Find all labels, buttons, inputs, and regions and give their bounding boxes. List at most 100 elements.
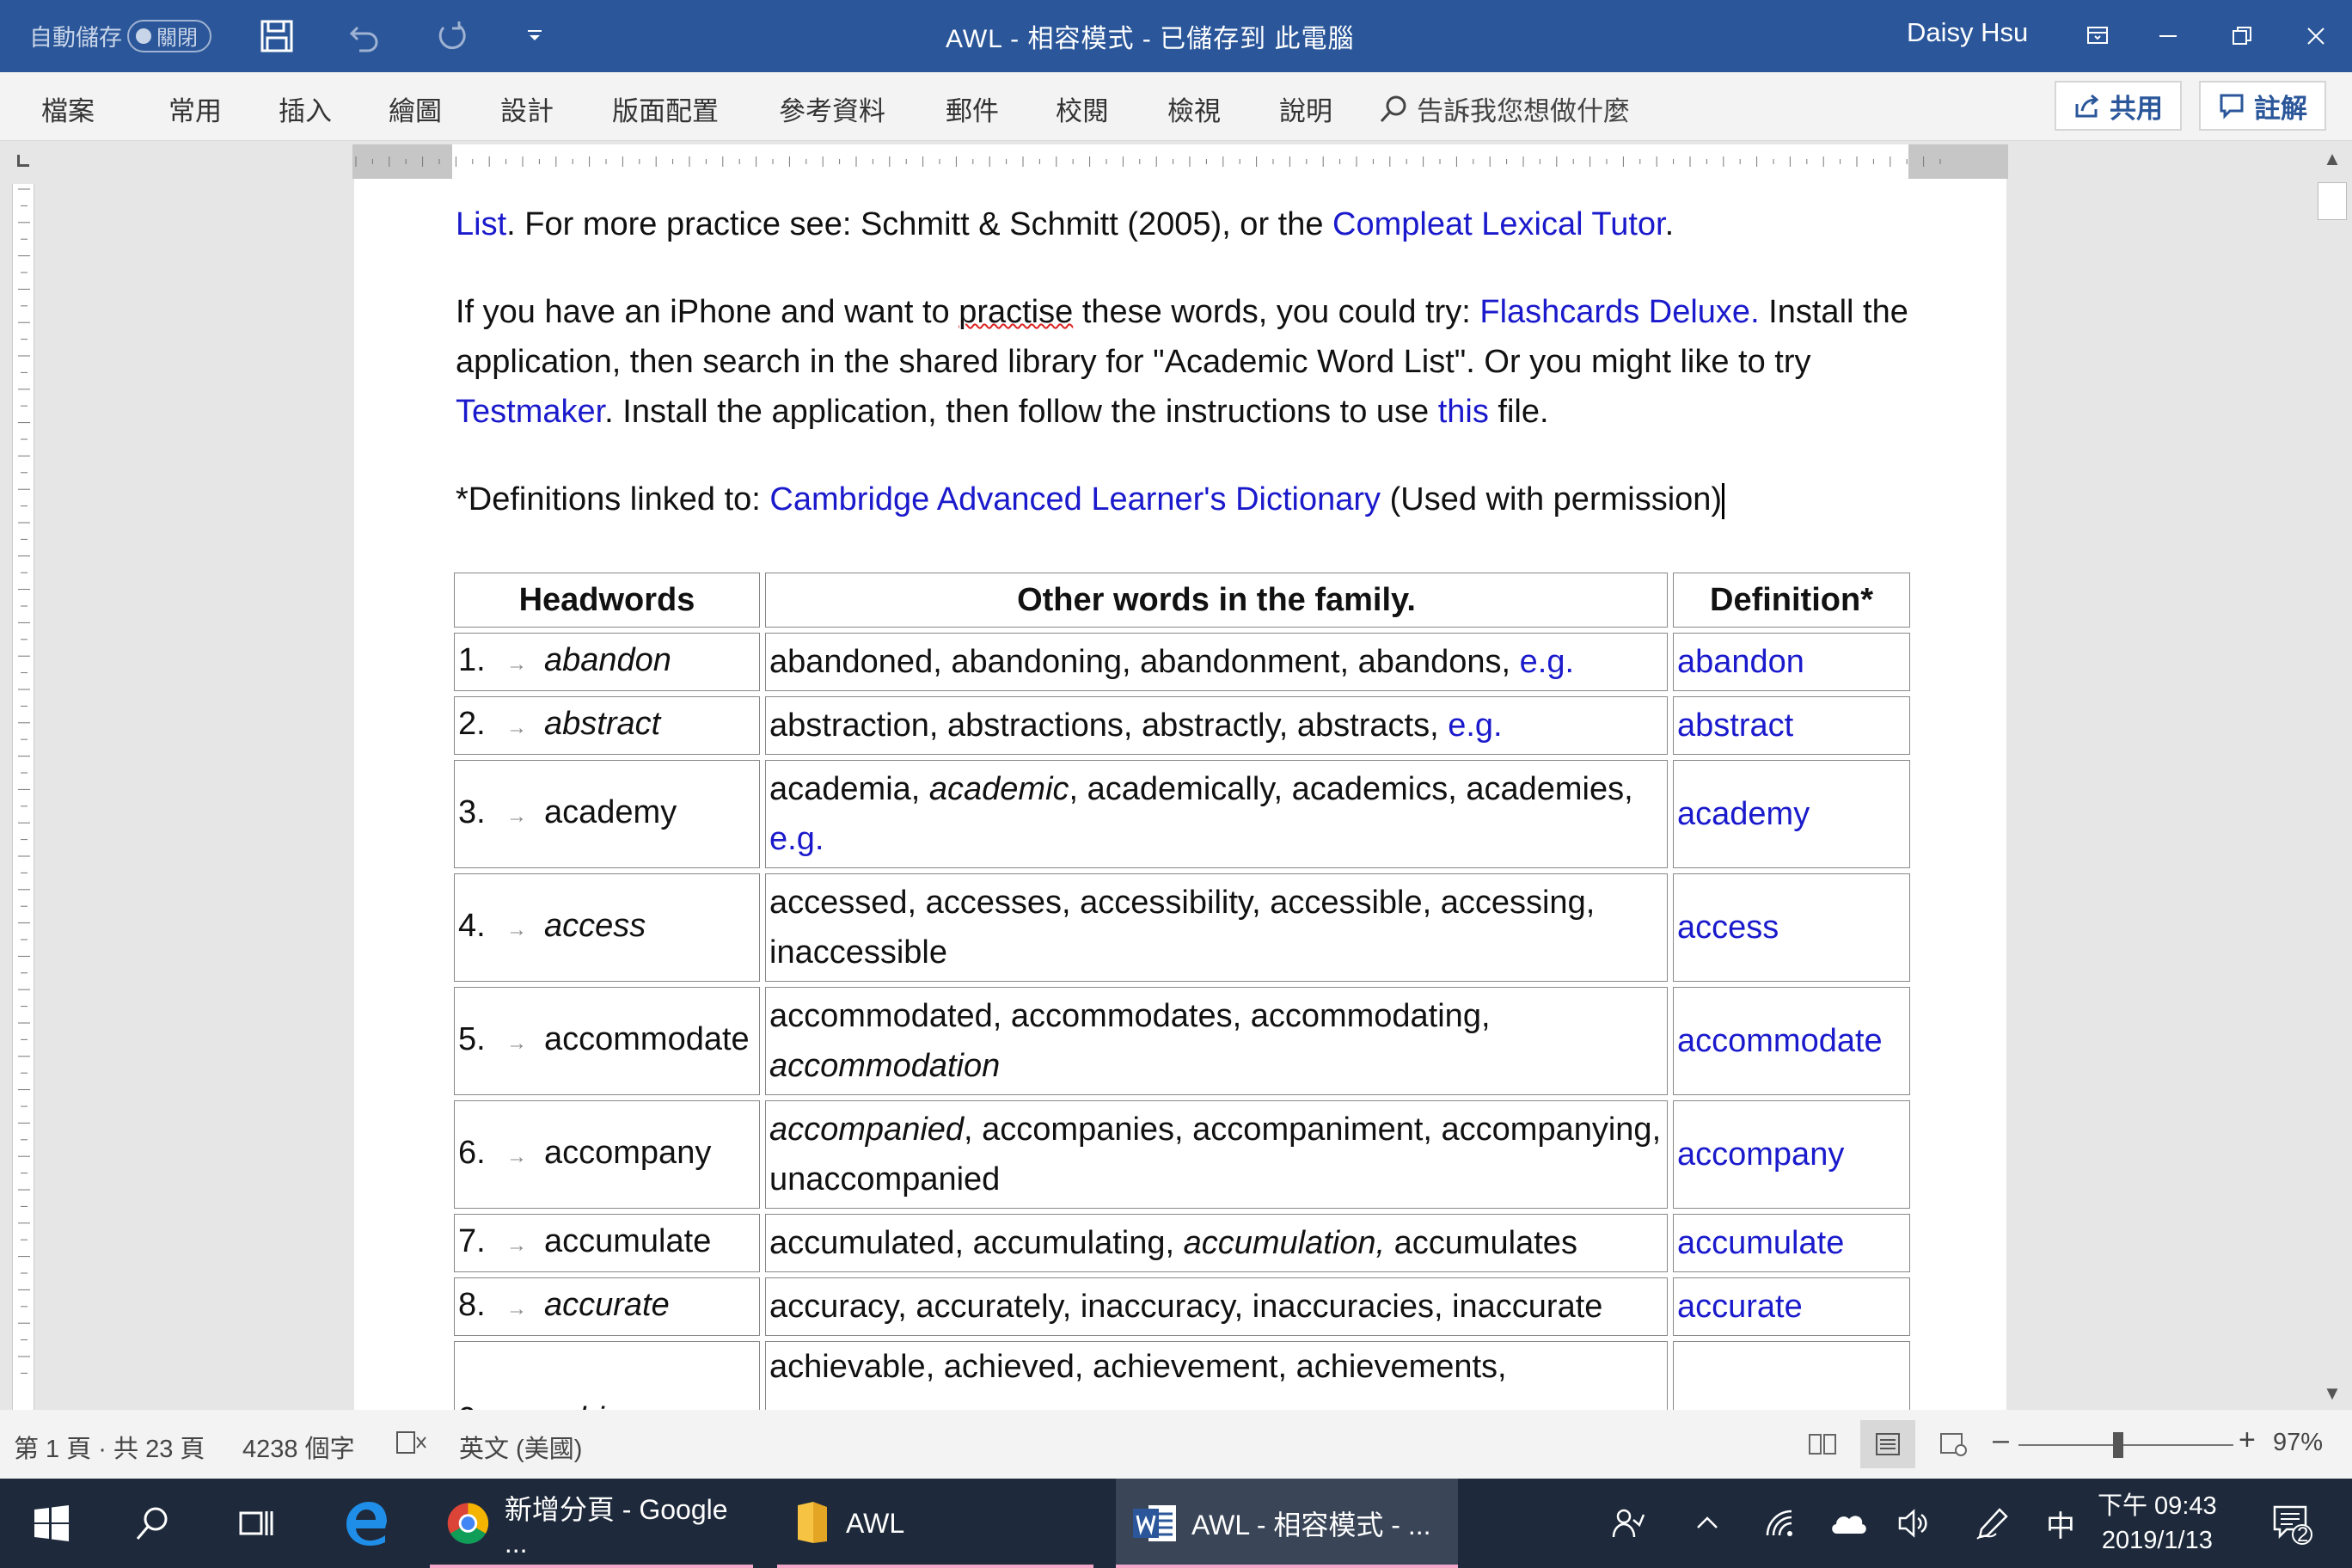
- tab-references[interactable]: 參考資料: [779, 89, 885, 128]
- zoom-level[interactable]: 97%: [2273, 1429, 2323, 1457]
- tab-review[interactable]: 校閱: [1056, 89, 1109, 128]
- proofing-icon[interactable]: [395, 1429, 428, 1463]
- redo-icon[interactable]: [428, 14, 473, 58]
- taskbar-app-word[interactable]: AWL - 相容模式 - ...: [1116, 1479, 1458, 1568]
- header-headwords[interactable]: Headwords: [454, 573, 760, 628]
- tab-home[interactable]: 常用: [168, 89, 222, 128]
- headword-cell[interactable]: 7. → accumulate: [454, 1214, 760, 1272]
- definition-cell[interactable]: accumulate: [1673, 1214, 1910, 1272]
- family-cell[interactable]: accuracy, accurately, inaccuracy, inaccu…: [765, 1277, 1668, 1336]
- onedrive-cloud-icon[interactable]: [1821, 1479, 1876, 1568]
- tell-me-search[interactable]: 告訴我您想做什麼: [1379, 89, 1630, 128]
- read-mode-icon[interactable]: [1795, 1420, 1850, 1468]
- people-icon[interactable]: [1602, 1479, 1654, 1568]
- header-definition[interactable]: Definition*: [1673, 573, 1910, 628]
- show-hidden-icons-icon[interactable]: [1685, 1479, 1730, 1568]
- vertical-ruler[interactable]: [12, 184, 34, 1410]
- windows-start-icon[interactable]: [15, 1479, 88, 1568]
- ime-indicator[interactable]: 中: [2039, 1479, 2082, 1568]
- word-family-table[interactable]: Headwords Other words in the family. Def…: [449, 567, 1915, 1410]
- lexical-tutor-link[interactable]: Compleat Lexical Tutor: [1332, 206, 1665, 242]
- cambridge-dictionary-link[interactable]: Cambridge Advanced Learner's Dictionary: [769, 481, 1381, 518]
- family-cell[interactable]: accessed, accesses, accessibility, acces…: [765, 873, 1668, 982]
- eg-link[interactable]: e.g.: [1448, 707, 1502, 744]
- wifi-icon[interactable]: [1754, 1479, 1805, 1568]
- headword-cell[interactable]: 8. → accurate: [454, 1277, 760, 1336]
- vertical-scrollbar[interactable]: ▲ ▼: [2312, 141, 2352, 1410]
- autosave-control[interactable]: 自動儲存 關閉: [29, 19, 211, 52]
- language-indicator[interactable]: 英文 (美國): [459, 1429, 582, 1465]
- definition-link[interactable]: abstract: [1677, 707, 1793, 744]
- ribbon-display-options-icon[interactable]: [2072, 12, 2123, 60]
- testmaker-link[interactable]: Testmaker: [456, 394, 604, 430]
- restore-icon[interactable]: [2216, 12, 2268, 60]
- taskbar-app-chrome[interactable]: 新增分頁 - Google ...: [430, 1479, 753, 1568]
- family-cell[interactable]: academia, academic, academically, academ…: [765, 760, 1668, 868]
- scroll-up-icon[interactable]: ▲: [2319, 146, 2345, 172]
- tab-layout[interactable]: 版面配置: [612, 89, 719, 128]
- this-file-link[interactable]: this: [1438, 394, 1489, 430]
- headword-cell[interactable]: 1. → abandon: [454, 633, 760, 691]
- definition-link[interactable]: accommodate: [1677, 1023, 1883, 1059]
- pen-workspace-icon[interactable]: [1967, 1479, 2018, 1568]
- tab-design[interactable]: 設計: [500, 89, 554, 128]
- definition-cell[interactable]: achieve: [1673, 1341, 1910, 1410]
- comments-button[interactable]: 註解: [2199, 81, 2326, 131]
- tab-draw[interactable]: 繪圖: [389, 89, 442, 128]
- user-name[interactable]: Daisy Hsu: [1907, 17, 2028, 48]
- definition-link[interactable]: accurate: [1677, 1289, 1803, 1325]
- family-cell[interactable]: accumulated, accumulating, accumulation,…: [765, 1214, 1668, 1272]
- action-center-icon[interactable]: 2: [2263, 1479, 2323, 1568]
- tab-insert[interactable]: 插入: [279, 89, 332, 128]
- family-cell[interactable]: abandoned, abandoning, abandonment, aban…: [765, 633, 1668, 691]
- scroll-down-icon[interactable]: ▼: [2319, 1381, 2345, 1406]
- eg-link[interactable]: e.g.: [769, 821, 824, 857]
- undo-icon[interactable]: [342, 14, 387, 58]
- definition-cell[interactable]: accommodate: [1673, 987, 1910, 1095]
- print-layout-icon[interactable]: [1860, 1420, 1915, 1468]
- minimize-icon[interactable]: [2142, 12, 2194, 60]
- headword-cell[interactable]: 9.→achieve: [454, 1341, 760, 1410]
- awl-list-link[interactable]: List: [456, 206, 506, 242]
- tab-file[interactable]: 檔案: [41, 89, 95, 128]
- taskbar-clock[interactable]: 下午 09:43 2019/1/13: [2098, 1489, 2217, 1558]
- zoom-slider[interactable]: [2018, 1444, 2233, 1446]
- edge-browser-icon[interactable]: [330, 1479, 402, 1568]
- page-count[interactable]: 第 1 頁 · 共 23 頁: [14, 1429, 205, 1465]
- family-cell[interactable]: accompanied, accompanies, accompaniment,…: [765, 1100, 1668, 1209]
- customize-toolbar-icon[interactable]: [512, 14, 557, 58]
- definition-cell[interactable]: accurate: [1673, 1277, 1910, 1336]
- headword-cell[interactable]: 4. → access: [454, 873, 760, 982]
- flashcards-deluxe-link[interactable]: Flashcards Deluxe.: [1479, 294, 1759, 330]
- task-view-icon[interactable]: [220, 1479, 292, 1568]
- taskbar-app-explorer[interactable]: AWL: [777, 1479, 1093, 1568]
- share-button[interactable]: 共用: [2055, 81, 2182, 131]
- zoom-out-icon[interactable]: –: [1993, 1424, 2009, 1457]
- zoom-in-icon[interactable]: +: [2239, 1424, 2256, 1457]
- family-cell[interactable]: achievable, achieved, achievement, achie…: [765, 1341, 1668, 1410]
- save-icon[interactable]: [254, 14, 299, 58]
- taskbar-search-icon[interactable]: [117, 1479, 189, 1568]
- definition-cell[interactable]: academy: [1673, 760, 1910, 868]
- spelling-error[interactable]: practise: [959, 294, 1073, 330]
- definition-link[interactable]: abandon: [1677, 644, 1804, 680]
- headword-cell[interactable]: 3. → academy: [454, 760, 760, 868]
- tab-view[interactable]: 檢視: [1167, 89, 1221, 128]
- tab-selector[interactable]: [0, 144, 48, 179]
- definition-cell[interactable]: abandon: [1673, 633, 1910, 691]
- definition-cell[interactable]: abstract: [1673, 696, 1910, 755]
- zoom-slider-thumb[interactable]: [2113, 1432, 2123, 1458]
- web-layout-icon[interactable]: [1926, 1420, 1981, 1468]
- definition-link[interactable]: accumulate: [1677, 1225, 1844, 1261]
- tab-mailings[interactable]: 郵件: [946, 89, 999, 128]
- headword-cell[interactable]: 2. → abstract: [454, 696, 760, 755]
- tab-help[interactable]: 說明: [1279, 89, 1332, 128]
- definition-link[interactable]: access: [1677, 910, 1779, 946]
- family-cell[interactable]: abstraction, abstractions, abstractly, a…: [765, 696, 1668, 755]
- definition-cell[interactable]: accompany: [1673, 1100, 1910, 1209]
- word-count[interactable]: 4238 個字: [242, 1429, 355, 1465]
- close-icon[interactable]: [2290, 12, 2342, 60]
- definition-link[interactable]: accompany: [1677, 1136, 1844, 1173]
- definition-cell[interactable]: access: [1673, 873, 1910, 982]
- family-cell[interactable]: accommodated, accommodates, accommodatin…: [765, 987, 1668, 1095]
